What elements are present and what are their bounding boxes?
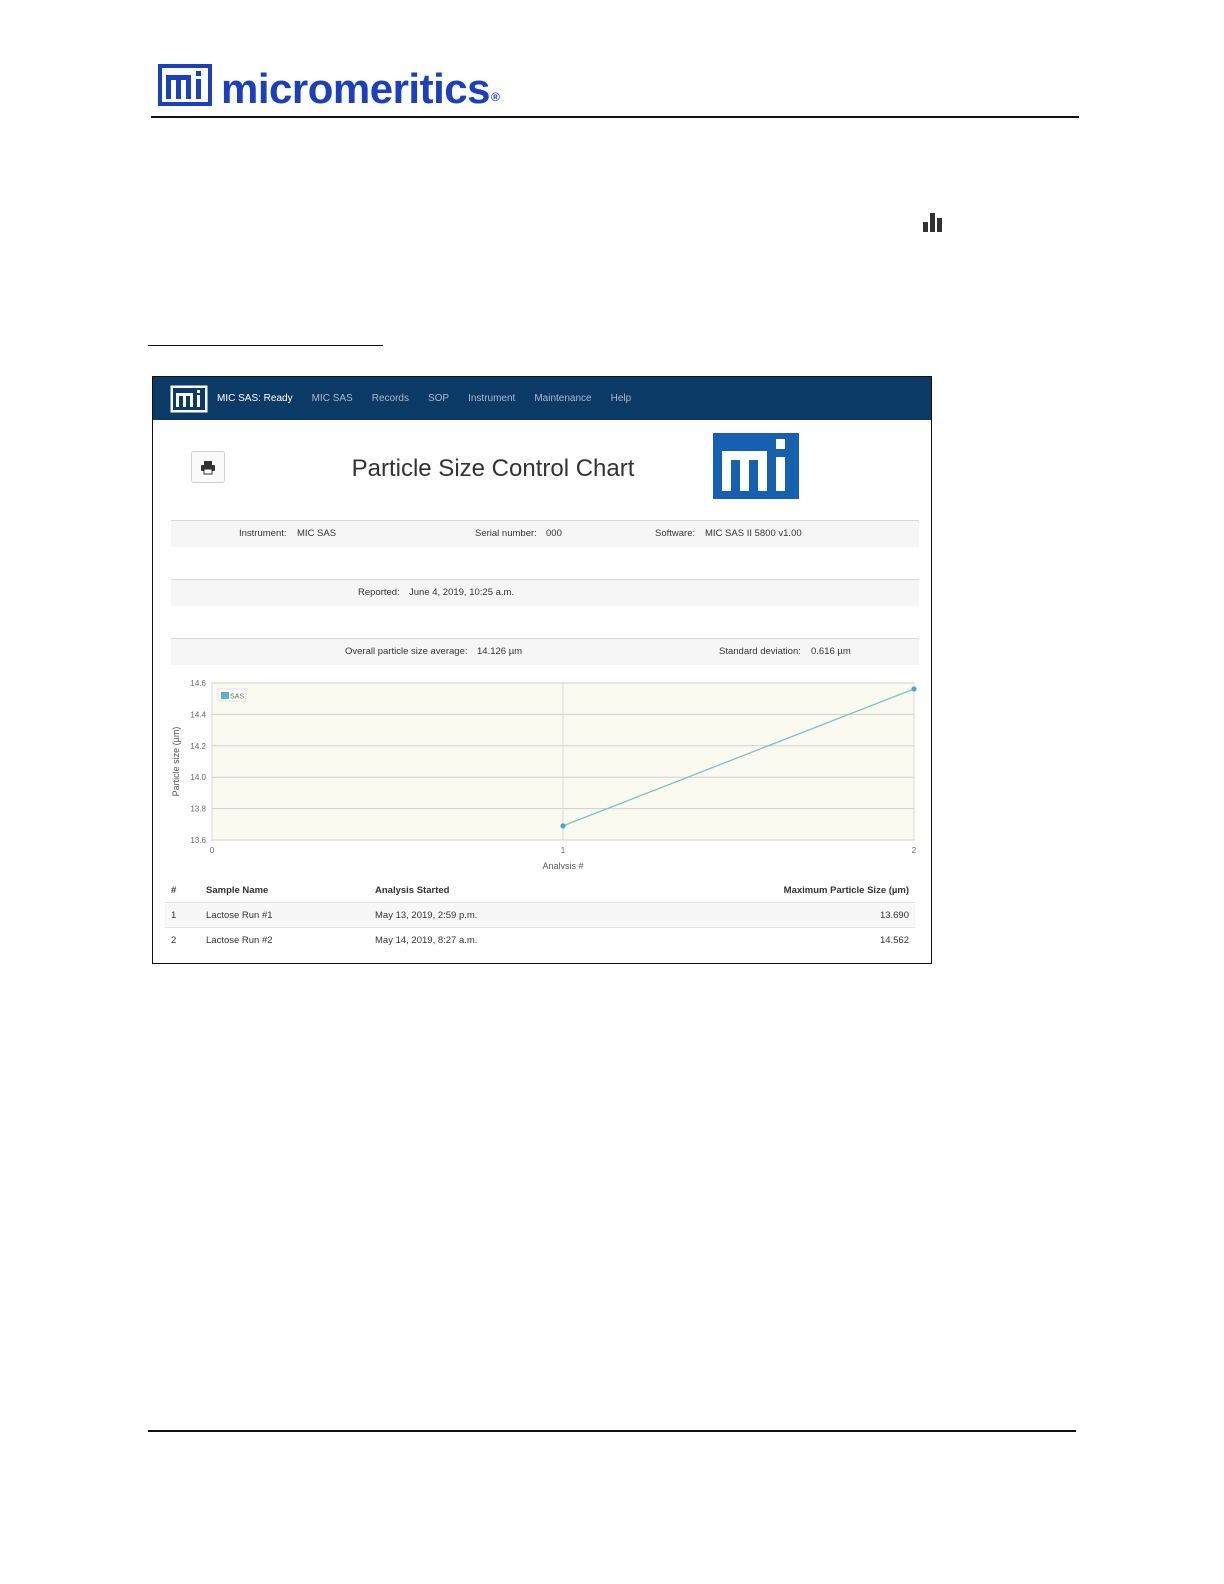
y-tick-label: 14.6 — [190, 679, 206, 688]
instrument-value: MIC SAS — [297, 528, 337, 539]
y-tick-label: 13.6 — [190, 836, 206, 845]
average-label: Overall particle size average: — [345, 646, 468, 657]
row-index: 1 — [171, 910, 177, 921]
statistics-row: Overall particle size average: 14.126 µm… — [171, 638, 919, 665]
software-value: MIC SAS II 5800 v1.00 — [705, 528, 802, 539]
y-tick-label: 14.2 — [190, 742, 206, 751]
max-particle-size: 13.690 — [879, 910, 909, 921]
report-screenshot: MIC SAS: Ready MIC SAS Records SOP Instr… — [152, 376, 932, 964]
stddev-label: Standard deviation: — [719, 646, 801, 657]
serial-label: Serial number: — [475, 528, 537, 539]
printer-icon — [201, 460, 215, 474]
nav-mic-sas[interactable]: MIC SAS — [312, 393, 353, 404]
nav-records[interactable]: Records — [372, 393, 409, 404]
x-tick-label: 0 — [210, 846, 215, 855]
table-row[interactable]: 1 Lactose Run #1 May 13, 2019, 2:59 p.m.… — [165, 902, 915, 927]
x-axis-label: Analysis # — [542, 861, 583, 869]
reported-value: June 4, 2019, 10:25 a.m. — [409, 587, 515, 598]
row-index: 2 — [171, 935, 177, 946]
reported-row: Reported: June 4, 2019, 10:25 a.m. — [171, 579, 919, 606]
app-navbar: MIC SAS: Ready MIC SAS Records SOP Instr… — [153, 377, 931, 420]
legend-swatch — [221, 692, 229, 699]
print-button[interactable] — [191, 451, 225, 483]
analysis-started: May 14, 2019, 8:27 a.m. — [375, 935, 478, 946]
y-axis-label: Particle size (µm) — [171, 727, 181, 797]
nav-sop[interactable]: SOP — [428, 393, 449, 404]
col-header-analysis-started: Analysis Started — [375, 885, 450, 896]
micromeritics-logo — [158, 64, 212, 106]
footer-divider — [148, 1430, 1076, 1432]
report-title: Particle Size Control Chart — [351, 455, 635, 482]
nav-maintenance[interactable]: Maintenance — [534, 393, 591, 404]
col-header-sample-name: Sample Name — [206, 885, 269, 896]
data-point — [911, 686, 917, 692]
max-particle-size: 14.562 — [879, 935, 909, 946]
mi-logo-icon[interactable] — [170, 385, 208, 413]
instrument-label: Instrument: — [239, 528, 287, 539]
average-value: 14.126 µm — [477, 646, 523, 657]
section-underline — [148, 345, 383, 346]
y-tick-label: 13.8 — [190, 805, 206, 814]
col-header-index: # — [171, 885, 177, 896]
nav-instrument[interactable]: Instrument — [468, 393, 515, 404]
x-tick-label: 2 — [912, 846, 917, 855]
header-divider — [151, 116, 1079, 118]
brand-wordmark: micromeritics® — [221, 65, 500, 112]
sample-name: Lactose Run #2 — [206, 935, 273, 946]
stddev-value: 0.616 µm — [811, 646, 851, 657]
y-tick-label: 14.4 — [190, 710, 206, 719]
reported-label: Reported: — [358, 587, 400, 598]
bar-chart-icon — [923, 213, 942, 232]
serial-value: 000 — [546, 528, 562, 539]
software-label: Software: — [655, 528, 696, 539]
legend-label: SAS — [230, 694, 244, 701]
y-tick-label: 14.0 — [190, 773, 206, 782]
mi-logo-large — [713, 433, 799, 499]
table-row[interactable]: 2 Lactose Run #2 May 14, 2019, 8:27 a.m.… — [165, 927, 915, 952]
sample-name: Lactose Run #1 — [206, 910, 273, 921]
instrument-info-row: Instrument: MIC SAS Serial number: 000 S… — [171, 520, 919, 547]
analysis-started: May 13, 2019, 2:59 p.m. — [375, 910, 478, 921]
nav-help[interactable]: Help — [611, 393, 632, 404]
data-point — [560, 823, 566, 829]
col-header-max-particle-size: Maximum Particle Size (µm) — [783, 885, 909, 896]
particle-size-chart: 14.6 14.4 14.2 14.0 13.8 13.6 0 1 2 Particle size… — [171, 679, 917, 869]
instrument-status: MIC SAS: Ready — [217, 393, 293, 404]
x-tick-label: 1 — [561, 846, 566, 855]
